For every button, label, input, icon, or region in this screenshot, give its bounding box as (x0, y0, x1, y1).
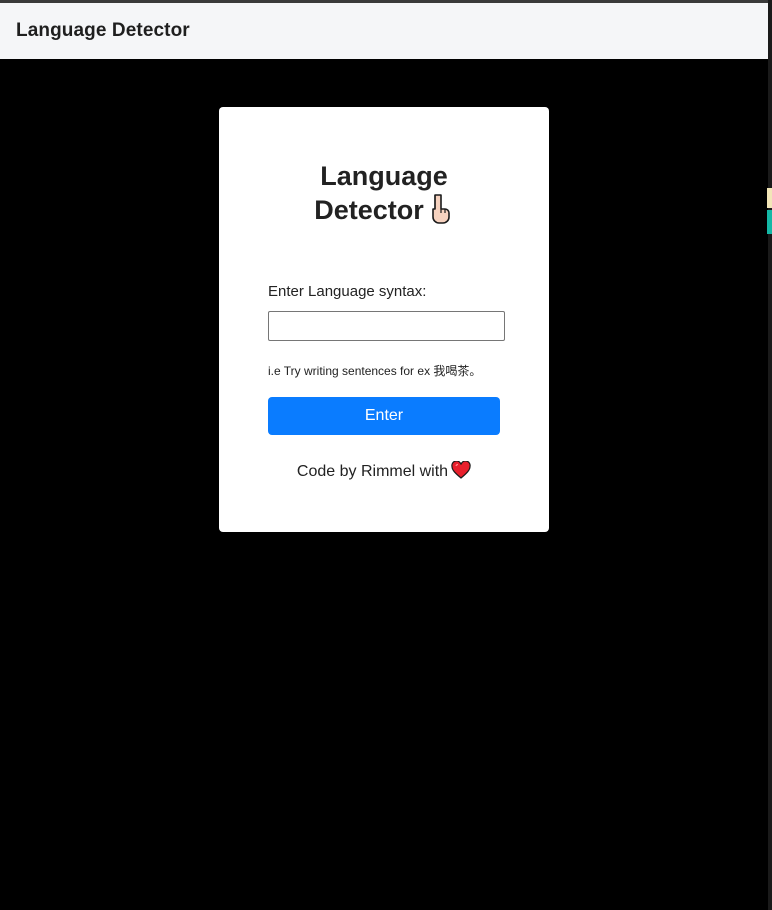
heart-icon (451, 461, 471, 479)
pointing-down-hand-icon (431, 194, 450, 224)
hint-text: i.e Try writing sentences for ex 我喝茶。 (268, 364, 482, 378)
card-title-line2: Detector (314, 195, 424, 225)
syntax-input[interactable] (268, 311, 505, 341)
card-title: Language Detector (219, 159, 549, 227)
edge-marker-yellow (767, 188, 772, 208)
detector-card: Language Detector Enter Language syntax:… (219, 107, 549, 532)
navbar-brand[interactable]: Language Detector (16, 20, 190, 42)
edge-marker-teal (767, 210, 772, 234)
navbar: Language Detector (0, 3, 768, 59)
card-title-line1: Language (320, 161, 448, 191)
credit-text: Code by Rimmel with (296, 463, 449, 480)
scrollbar-track[interactable] (768, 0, 772, 910)
syntax-input-label: Enter Language syntax: (268, 283, 427, 300)
credit-line: Code by Rimmel with (219, 461, 549, 481)
enter-button[interactable]: Enter (268, 397, 500, 435)
